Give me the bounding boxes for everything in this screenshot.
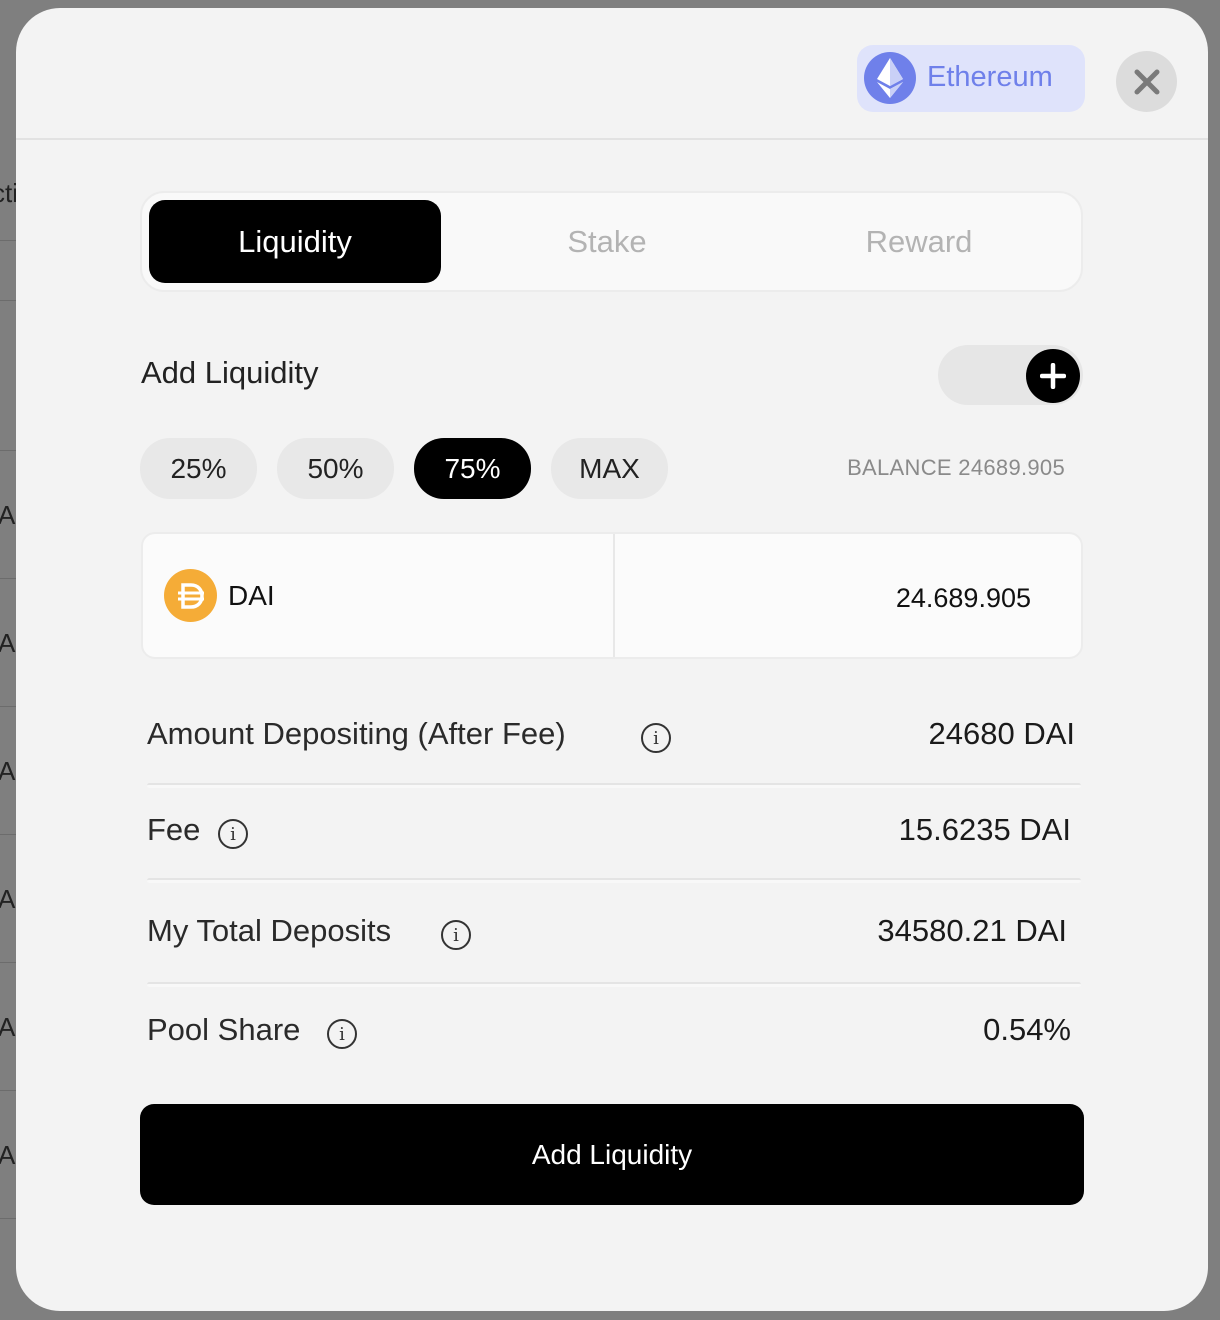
toggle-knob[interactable] [1026,349,1080,403]
modal-header: Ethereum [16,8,1208,140]
row-divider [147,783,1081,788]
section-title: Add Liquidity [141,355,319,390]
info-icon[interactable]: i [441,920,471,950]
background-glyph: A [0,628,16,658]
detail-row-fee: Fee i 15.6235 DAI [147,812,1081,856]
background-divider [0,962,16,963]
background-glyph: A [0,756,16,786]
add-liquidity-button[interactable]: Add Liquidity [140,1104,1084,1205]
detail-row-pool-share: Pool Share i 0.54% [147,1012,1081,1056]
info-icon[interactable]: i [641,723,671,753]
plus-icon [1040,363,1066,389]
detail-label: Pool Share [147,1012,301,1047]
add-liquidity-modal: Ethereum Liquidity Stake Reward Add Liqu… [16,8,1208,1311]
token-amount-box: DAI [141,532,1083,659]
background-glyph: A [0,1012,16,1042]
percent-50-button[interactable]: 50% [277,438,394,499]
background-divider [0,706,16,707]
token-symbol: DAI [228,580,275,611]
dai-icon [164,569,217,622]
ethereum-icon [864,52,916,104]
info-icon[interactable]: i [327,1019,357,1049]
background-divider [0,1090,16,1091]
token-divider [613,534,615,657]
detail-value: 0.54% [983,1012,1071,1047]
balance-text: BALANCE 24689.905 [847,455,1065,480]
row-divider [147,982,1081,987]
close-icon [1134,69,1159,94]
network-label: Ethereum [927,61,1053,93]
detail-label: Fee [147,812,201,847]
background-divider [0,834,16,835]
amount-input[interactable] [651,583,1031,614]
detail-value: 34580.21 DAI [877,913,1067,948]
tab-stake[interactable]: Stake [461,200,753,283]
detail-value: 15.6235 DAI [898,812,1071,847]
background-glyph: A [0,884,16,914]
close-button[interactable] [1116,51,1177,112]
row-divider [147,878,1081,883]
background-divider [0,240,16,241]
percent-25-button[interactable]: 25% [140,438,257,499]
background-divider [0,578,16,579]
background-divider [0,1218,16,1219]
background-glyph: A [0,1140,16,1170]
percent-75-button[interactable]: 75% [414,438,531,499]
info-icon[interactable]: i [218,819,248,849]
network-selector[interactable]: Ethereum [857,45,1085,112]
background-divider [0,300,16,301]
background-glyph: A [0,500,16,530]
detail-label: My Total Deposits [147,913,392,948]
tab-reward[interactable]: Reward [773,200,1065,283]
detail-row-amount-depositing: Amount Depositing (After Fee) i 24680 DA… [147,716,1081,760]
max-button[interactable]: MAX [551,438,668,499]
add-remove-toggle[interactable] [938,345,1083,405]
background-divider [0,450,16,451]
tab-liquidity[interactable]: Liquidity [149,200,441,283]
detail-row-total-deposits: My Total Deposits i 34580.21 DAI [147,913,1081,957]
tab-bar: Liquidity Stake Reward [140,191,1083,292]
detail-label: Amount Depositing (After Fee) [147,716,566,751]
detail-value: 24680 DAI [928,716,1076,751]
